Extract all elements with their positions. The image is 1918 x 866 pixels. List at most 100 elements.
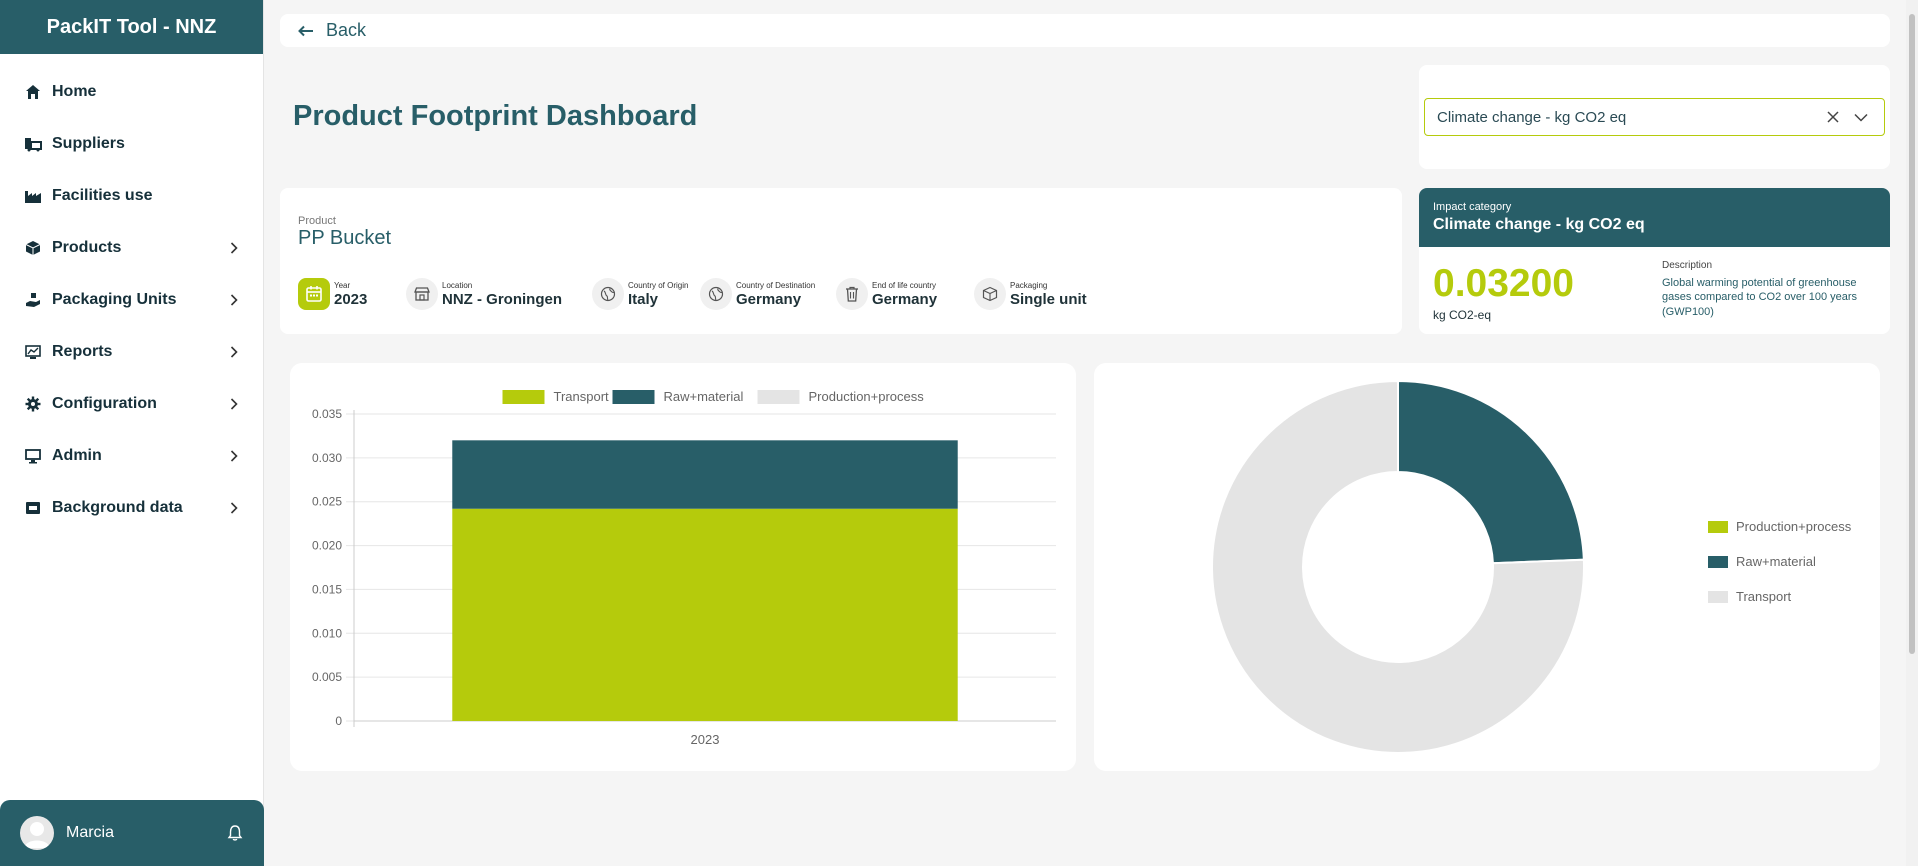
donut-chart-card: Production+process Raw+material Transport <box>1094 363 1880 771</box>
impact-category-select[interactable]: Climate change - kg CO2 eq <box>1424 98 1885 136</box>
monitor-icon <box>24 447 42 465</box>
attr-year: Year 2023 <box>298 278 367 310</box>
user-panel: Marcia <box>0 800 264 866</box>
back-label: Back <box>326 20 367 40</box>
globe-icon <box>700 278 732 310</box>
legend-label: Raw+material <box>1736 554 1816 569</box>
product-label: Product <box>298 215 336 227</box>
attr-destination-value: Germany <box>736 290 802 308</box>
y-tick-label: 0.005 <box>312 670 342 684</box>
sidebar-item-reports[interactable]: Reports <box>0 326 263 378</box>
chevron-right-icon <box>227 241 241 255</box>
sidebar-item-packaging-units[interactable]: Packaging Units <box>0 274 263 326</box>
legend-label: Transport <box>1736 589 1792 604</box>
impact-category-select-value: Climate change - kg CO2 eq <box>1437 108 1627 126</box>
sidebar-item-label: Background data <box>52 499 183 516</box>
sidebar-item-label: Configuration <box>52 395 157 412</box>
attr-year-value: 2023 <box>334 290 368 308</box>
chevron-right-icon <box>227 293 241 307</box>
scrollbar-thumb[interactable] <box>1909 14 1915 654</box>
attr-origin-value: Italy <box>628 290 659 308</box>
clear-icon[interactable] <box>1822 106 1844 128</box>
y-tick-label: 0.035 <box>312 407 342 421</box>
description-text: Global warming potential of greenhouse g… <box>1662 277 1858 318</box>
donut-chart: Production+process Raw+material Transport <box>1211 379 1852 754</box>
bar-segment <box>452 508 958 721</box>
page-scrollbar[interactable] <box>1906 0 1918 866</box>
y-tick-label: 0.010 <box>312 626 342 640</box>
bell-icon[interactable] <box>226 824 244 842</box>
attr-location-value: NNZ - Groningen <box>442 290 562 308</box>
legend-swatch <box>612 390 655 404</box>
back-button[interactable]: Back <box>280 14 1890 47</box>
impact-header: Impact category Climate change - kg CO2 … <box>1419 188 1890 247</box>
attr-origin-label: Country of Origin <box>628 280 689 290</box>
legend-label: Transport <box>554 389 610 404</box>
sidebar-item-label: Home <box>52 83 97 100</box>
impact-category-label: Impact category <box>1433 201 1512 213</box>
impact-selector-card: Climate change - kg CO2 eq <box>1419 65 1890 169</box>
sidebar-nav: Home Suppliers Facilities use Products P… <box>0 54 263 534</box>
calendar-icon <box>298 278 330 310</box>
sidebar-item-products[interactable]: Products <box>0 222 263 274</box>
attr-location: Location NNZ - Groningen <box>406 278 562 310</box>
product-name: PP Bucket <box>298 227 392 249</box>
y-tick-label: 0.015 <box>312 582 342 596</box>
y-tick-label: 0 <box>335 714 342 728</box>
x-tick-label: 2023 <box>691 732 720 747</box>
user-name: Marcia <box>66 824 115 841</box>
chevron-right-icon <box>227 345 241 359</box>
description-label: Description <box>1662 260 1713 271</box>
legend-label: Production+process <box>809 389 925 404</box>
legend-swatch <box>502 390 545 404</box>
truck-icon <box>24 135 42 153</box>
product-card: Product PP Bucket Year 2023 Location NNZ… <box>280 188 1402 334</box>
sidebar-item-configuration[interactable]: Configuration <box>0 378 263 430</box>
attr-packaging-value: Single unit <box>1010 290 1087 308</box>
legend-swatch <box>1708 556 1728 568</box>
attr-destination: Country of Destination Germany <box>700 278 815 310</box>
box-icon <box>974 278 1006 310</box>
sidebar-item-label: Products <box>52 239 122 256</box>
factory-icon <box>24 187 42 205</box>
impact-category-title: Climate change - kg CO2 eq <box>1433 216 1645 233</box>
impact-value: 0.03200 <box>1433 262 1574 305</box>
sidebar-item-label: Reports <box>52 343 113 360</box>
bar-chart-card: Transport Raw+material Production+process 0… <box>290 363 1076 771</box>
app-title: PackIT Tool - NNZ <box>0 0 263 54</box>
chevron-right-icon <box>227 449 241 463</box>
store-icon <box>406 278 438 310</box>
y-tick-label: 0.030 <box>312 451 342 465</box>
gear-icon <box>24 395 42 413</box>
legend-label: Raw+material <box>664 389 744 404</box>
trash-icon <box>836 278 868 310</box>
bar-segment <box>452 440 958 509</box>
legend-swatch <box>1708 521 1728 533</box>
avatar[interactable] <box>20 816 54 850</box>
sidebar-item-home[interactable]: Home <box>0 66 263 118</box>
sidebar-item-facilities-use[interactable]: Facilities use <box>0 170 263 222</box>
globe-icon <box>592 278 624 310</box>
sidebar-item-label: Admin <box>52 447 102 464</box>
attr-end-of-life: End of life country Germany <box>836 278 937 310</box>
attr-packaging: Packaging Single unit <box>974 278 1087 310</box>
cube-icon <box>24 239 42 257</box>
hand-package-icon <box>24 291 42 309</box>
sidebar-item-label: Suppliers <box>52 135 125 152</box>
legend-swatch <box>757 390 800 404</box>
chevron-right-icon <box>227 397 241 411</box>
attr-origin: Country of Origin Italy <box>592 278 688 310</box>
chevron-down-icon[interactable] <box>1850 106 1872 128</box>
impact-unit: kg CO2-eq <box>1433 308 1492 322</box>
attr-packaging-label: Packaging <box>1010 280 1048 290</box>
legend-label: Production+process <box>1736 519 1852 534</box>
report-icon <box>24 343 42 361</box>
stacked-bar-chart: Transport Raw+material Production+process 0… <box>312 389 1056 747</box>
arrow-left-icon <box>298 25 314 37</box>
sidebar-item-suppliers[interactable]: Suppliers <box>0 118 263 170</box>
sidebar-item-background-data[interactable]: Background data <box>0 482 263 534</box>
sidebar-item-admin[interactable]: Admin <box>0 430 263 482</box>
attr-end-of-life-value: Germany <box>872 290 938 308</box>
attr-location-label: Location <box>442 280 473 290</box>
home-icon <box>24 83 42 101</box>
